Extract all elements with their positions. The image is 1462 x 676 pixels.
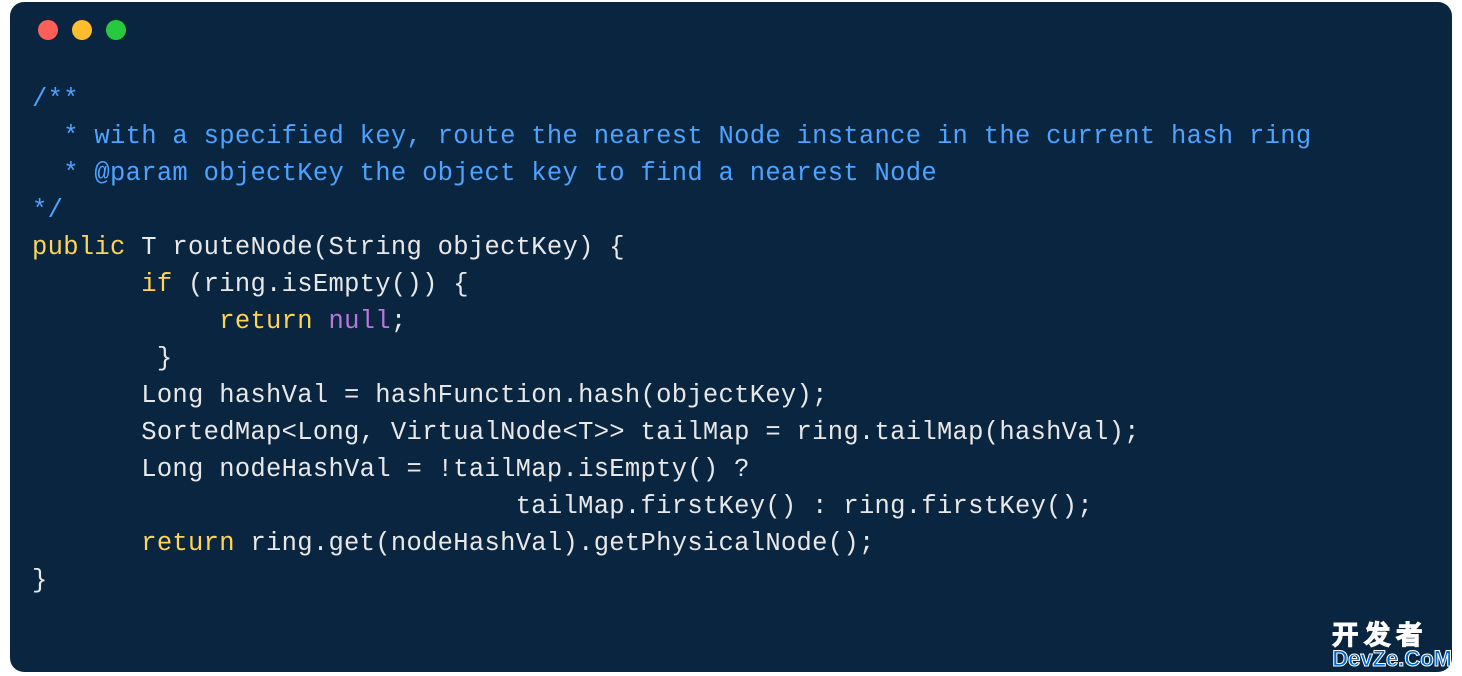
code-token: ;	[391, 307, 407, 336]
code-line: tailMap.firstKey() : ring.firstKey();	[32, 489, 1430, 526]
code-token: return	[141, 529, 235, 558]
code-token: null	[328, 307, 390, 336]
code-token: Long hashVal = hashFunction.hash(objectK…	[141, 381, 828, 410]
code-line: Long hashVal = hashFunction.hash(objectK…	[32, 378, 1430, 415]
window-titlebar	[10, 2, 1452, 52]
code-token: }	[157, 344, 173, 373]
code-token: tailMap.firstKey() : ring.firstKey();	[516, 492, 1093, 521]
code-line: if (ring.isEmpty()) {	[32, 267, 1430, 304]
code-token: (ring.isEmpty()) {	[172, 270, 468, 299]
code-line: Long nodeHashVal = !tailMap.isEmpty() ?	[32, 452, 1430, 489]
code-token: ring.get(nodeHashVal).getPhysicalNode();	[235, 529, 875, 558]
code-token: T routeNode(String objectKey) {	[126, 233, 625, 262]
code-token: * with a specified key, route the neares…	[63, 122, 1311, 151]
code-line: SortedMap<Long, VirtualNode<T>> tailMap …	[32, 415, 1430, 452]
code-token: return	[219, 307, 313, 336]
code-line: }	[32, 341, 1430, 378]
code-line: * @param objectKey the object key to fin…	[32, 156, 1430, 193]
code-line: return ring.get(nodeHashVal).getPhysical…	[32, 526, 1430, 563]
code-token: * @param objectKey the object key to fin…	[63, 159, 937, 188]
code-line: * with a specified key, route the neares…	[32, 119, 1430, 156]
code-token: Long nodeHashVal = !tailMap.isEmpty() ?	[141, 455, 750, 484]
code-token: */	[32, 196, 63, 225]
code-token: if	[141, 270, 172, 299]
code-line: }	[32, 563, 1430, 600]
close-icon[interactable]	[38, 20, 58, 40]
code-window: /** * with a specified key, route the ne…	[10, 2, 1452, 672]
maximize-icon[interactable]	[106, 20, 126, 40]
code-line: public T routeNode(String objectKey) {	[32, 230, 1430, 267]
code-token: /**	[32, 85, 79, 114]
code-token: public	[32, 233, 126, 262]
code-token: }	[32, 566, 48, 595]
code-line: */	[32, 193, 1430, 230]
code-token	[313, 307, 329, 336]
code-line: return null;	[32, 304, 1430, 341]
code-content: /** * with a specified key, route the ne…	[10, 52, 1452, 622]
code-line: /**	[32, 82, 1430, 119]
code-token: SortedMap<Long, VirtualNode<T>> tailMap …	[141, 418, 1140, 447]
minimize-icon[interactable]	[72, 20, 92, 40]
